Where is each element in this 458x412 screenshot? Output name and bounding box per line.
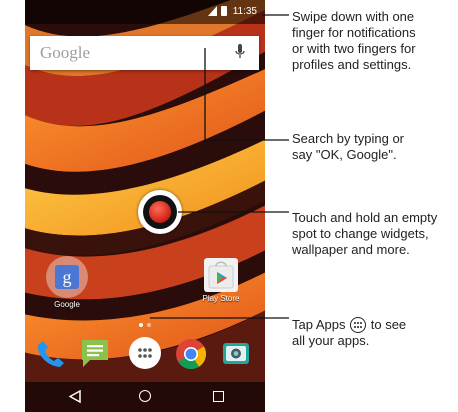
callout-text: to see <box>370 317 407 332</box>
callout-line: spot to change widgets, <box>292 226 429 241</box>
callout-line: profiles and settings. <box>292 57 412 72</box>
callout-notifications: Swipe down with one finger for notificat… <box>292 9 458 73</box>
callout-line: Search by typing or <box>292 131 405 146</box>
callout-line: Touch and hold an empty <box>292 210 438 225</box>
callout-line: finger for notifications <box>292 25 416 40</box>
callout-widgets: Touch and hold an empty spot to change w… <box>292 210 458 258</box>
callout-line: wallpaper and more. <box>292 242 410 257</box>
apps-icon <box>350 317 367 333</box>
callout-line: all your apps. <box>292 333 370 348</box>
callout-search: Search by typing or say "OK, Google". <box>292 131 458 163</box>
callout-line: or with two fingers for <box>292 41 416 56</box>
callout-text: Tap Apps <box>292 317 346 332</box>
callout-line: Tap Apps to see <box>292 317 458 333</box>
callout-line: say "OK, Google". <box>292 147 397 162</box>
callout-line: Swipe down with one <box>292 9 415 24</box>
callout-apps: Tap Apps to see all your apps. <box>292 317 458 349</box>
